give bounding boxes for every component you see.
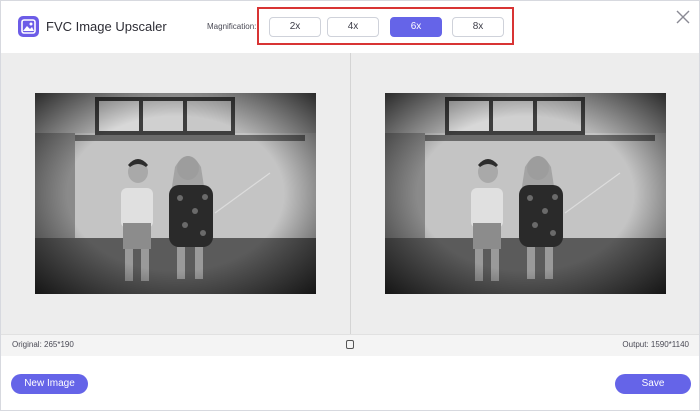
original-image xyxy=(35,93,316,294)
magnification-label: Magnification: xyxy=(207,22,257,31)
compare-toggle-icon[interactable] xyxy=(346,340,354,349)
comparison-area xyxy=(1,53,699,334)
magnification-options-highlight: 2x 4x 6x 8x xyxy=(257,7,514,45)
header: FVC Image Upscaler Magnification: 2x 4x … xyxy=(1,1,699,53)
magnification-4x-button[interactable]: 4x xyxy=(327,17,379,37)
app-window: FVC Image Upscaler Magnification: 2x 4x … xyxy=(0,0,700,411)
app-title: FVC Image Upscaler xyxy=(46,19,167,34)
image-info-bar: Original: 265*190 Output: 1590*1140 xyxy=(1,334,699,356)
magnification-2x-button[interactable]: 2x xyxy=(269,17,321,37)
output-image xyxy=(385,93,666,294)
close-icon[interactable] xyxy=(674,8,692,26)
save-button[interactable]: Save xyxy=(615,374,691,394)
original-size-text: Original: 265*190 xyxy=(12,340,74,349)
magnification-6x-button[interactable]: 6x xyxy=(390,17,442,37)
new-image-button[interactable]: New Image xyxy=(11,374,88,394)
magnification-8x-button[interactable]: 8x xyxy=(452,17,504,37)
panel-divider[interactable] xyxy=(350,53,351,334)
app-logo-icon xyxy=(18,16,39,37)
output-size-text: Output: 1590*1140 xyxy=(622,340,689,349)
